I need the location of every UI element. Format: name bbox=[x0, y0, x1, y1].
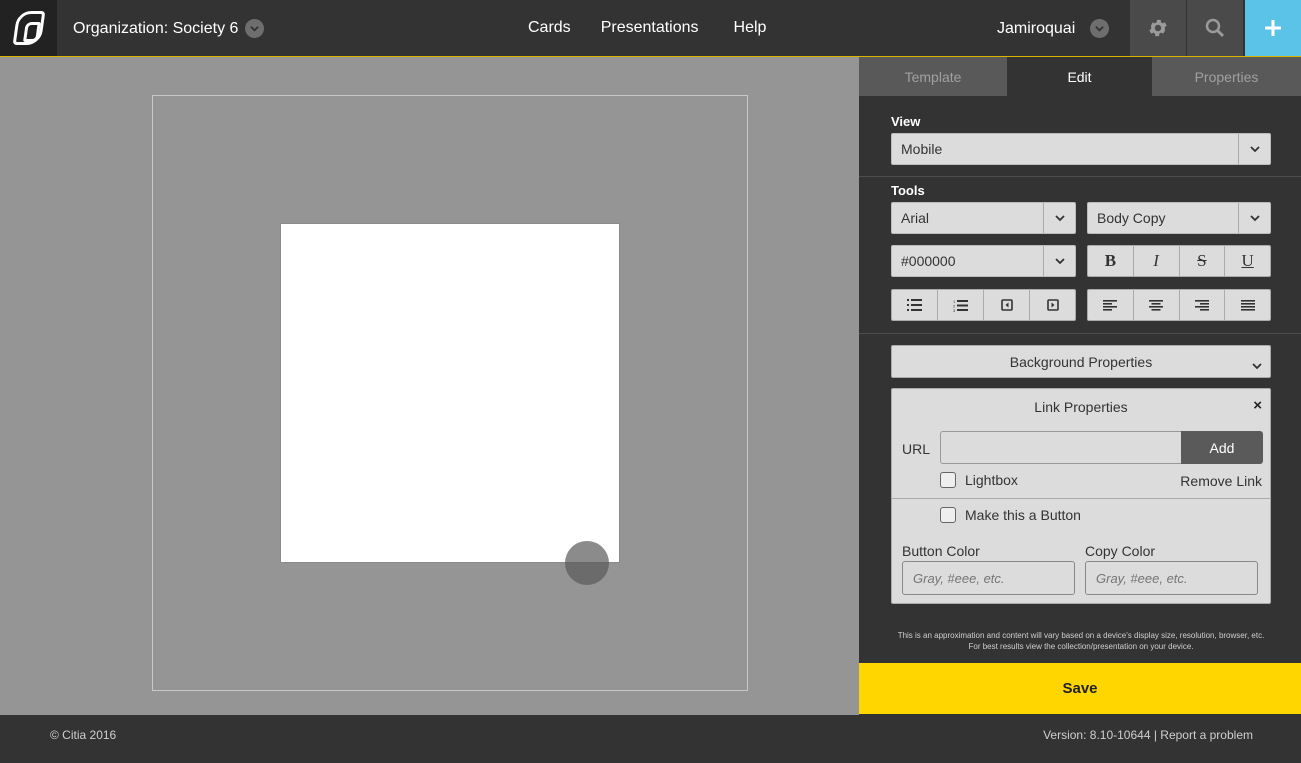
numbered-list-button[interactable]: 123 bbox=[937, 290, 983, 320]
align-right-button[interactable] bbox=[1178, 290, 1225, 320]
footer: © Citia 2016 Version: 8.10-10644 | Repor… bbox=[0, 715, 1301, 763]
divider bbox=[859, 333, 1301, 334]
top-bar: Organization: Society 6 Cards Presentati… bbox=[0, 0, 1301, 57]
copyright: © Citia 2016 bbox=[50, 728, 117, 742]
bullet-list-icon bbox=[907, 299, 922, 311]
organization-selector[interactable]: Organization: Society 6 bbox=[73, 19, 265, 38]
gear-icon bbox=[1149, 19, 1167, 37]
chevron-down-icon[interactable] bbox=[1090, 19, 1110, 38]
button-color-label: Button Color bbox=[902, 543, 980, 559]
svg-text:3: 3 bbox=[953, 308, 956, 312]
nav-help[interactable]: Help bbox=[734, 19, 767, 37]
view-value: Mobile bbox=[901, 141, 943, 157]
align-justify-icon bbox=[1240, 299, 1255, 311]
chevron-down-icon bbox=[1043, 246, 1075, 276]
citia-logo-icon[interactable] bbox=[0, 0, 57, 56]
align-center-icon bbox=[1149, 299, 1164, 311]
button-color-input[interactable] bbox=[902, 561, 1075, 595]
divider bbox=[892, 498, 1270, 499]
search-icon bbox=[1205, 18, 1225, 38]
main-nav: Cards Presentations Help bbox=[528, 19, 766, 37]
text-style-value: Body Copy bbox=[1097, 210, 1166, 226]
bullet-list-button[interactable] bbox=[892, 290, 937, 320]
add-link-button[interactable]: Add bbox=[1181, 431, 1263, 464]
align-right-icon bbox=[1194, 299, 1209, 311]
edit-panel: Template Edit Properties View Mobile Too… bbox=[859, 57, 1301, 715]
card-preview[interactable] bbox=[280, 223, 620, 563]
tab-properties[interactable]: Properties bbox=[1152, 57, 1301, 96]
chevron-down-icon bbox=[1252, 357, 1262, 373]
divider bbox=[859, 176, 1301, 177]
nav-presentations[interactable]: Presentations bbox=[601, 19, 699, 37]
align-center-button[interactable] bbox=[1132, 290, 1179, 320]
url-input[interactable] bbox=[940, 431, 1182, 464]
tools-label: Tools bbox=[891, 183, 925, 198]
chevron-down-icon bbox=[1043, 203, 1075, 233]
italic-button[interactable]: I bbox=[1132, 246, 1179, 276]
background-properties-label: Background Properties bbox=[1009, 353, 1153, 370]
outdent-button[interactable] bbox=[983, 290, 1029, 320]
add-button[interactable] bbox=[1245, 0, 1301, 56]
chevron-down-icon bbox=[1238, 203, 1270, 233]
plus-icon bbox=[1265, 20, 1281, 36]
align-justify-button[interactable] bbox=[1224, 290, 1270, 320]
remove-link-button[interactable]: Remove Link bbox=[1180, 473, 1262, 489]
editor-canvas bbox=[0, 57, 859, 715]
text-style-select[interactable]: Body Copy bbox=[1087, 202, 1271, 234]
background-properties-toggle[interactable]: Background Properties bbox=[891, 345, 1271, 378]
bold-button[interactable]: B bbox=[1088, 246, 1133, 276]
close-icon[interactable]: × bbox=[1253, 397, 1262, 414]
outdent-icon bbox=[1000, 299, 1013, 311]
text-color-value: #000000 bbox=[901, 253, 956, 269]
tab-edit[interactable]: Edit bbox=[1007, 57, 1152, 96]
format-buttons: B I S U bbox=[1087, 245, 1271, 277]
alignment-buttons bbox=[1087, 289, 1271, 321]
font-value: Arial bbox=[901, 210, 930, 226]
tab-template[interactable]: Template bbox=[859, 57, 1007, 96]
user-menu[interactable]: Jamiroquai bbox=[997, 19, 1110, 38]
make-button-checkbox[interactable] bbox=[940, 507, 956, 523]
font-select[interactable]: Arial bbox=[891, 202, 1076, 234]
align-left-icon bbox=[1103, 299, 1118, 311]
indent-icon bbox=[1046, 299, 1059, 311]
search-button[interactable] bbox=[1187, 0, 1243, 56]
copy-color-label: Copy Color bbox=[1085, 543, 1156, 559]
chevron-down-icon bbox=[1238, 134, 1270, 164]
panel-tabs: Template Edit Properties bbox=[859, 57, 1301, 96]
lightbox-label: Lightbox bbox=[965, 472, 1018, 488]
save-button[interactable]: Save bbox=[859, 663, 1301, 714]
lightbox-checkbox[interactable] bbox=[940, 472, 956, 488]
text-color-select[interactable]: #000000 bbox=[891, 245, 1076, 277]
settings-button[interactable] bbox=[1130, 0, 1186, 56]
make-button-label: Make this a Button bbox=[965, 507, 1081, 523]
user-name: Jamiroquai bbox=[997, 19, 1076, 37]
copy-color-input[interactable] bbox=[1085, 561, 1258, 595]
underline-button[interactable]: U bbox=[1224, 246, 1270, 276]
version-info[interactable]: Version: 8.10-10644 | Report a problem bbox=[1043, 728, 1253, 742]
list-buttons: 123 bbox=[891, 289, 1076, 321]
chevron-down-icon[interactable] bbox=[245, 19, 265, 38]
link-properties-title: Link Properties bbox=[1034, 399, 1128, 415]
url-label: URL bbox=[902, 441, 931, 457]
make-button-option[interactable]: Make this a Button bbox=[940, 507, 1081, 523]
strikethrough-button[interactable]: S bbox=[1178, 246, 1225, 276]
organization-label: Organization: Society 6 bbox=[73, 19, 239, 37]
preview-disclaimer: This is an approximation and content wil… bbox=[897, 631, 1265, 651]
numbered-list-icon: 123 bbox=[953, 299, 968, 312]
view-select[interactable]: Mobile bbox=[891, 133, 1271, 165]
nav-cards[interactable]: Cards bbox=[528, 19, 571, 37]
resize-handle[interactable] bbox=[565, 541, 609, 585]
view-label: View bbox=[891, 114, 921, 129]
lightbox-option[interactable]: Lightbox bbox=[940, 472, 1018, 488]
link-properties-panel: Link Properties × URL Add Lightbox Remov… bbox=[891, 388, 1271, 604]
indent-button[interactable] bbox=[1029, 290, 1075, 320]
align-left-button[interactable] bbox=[1088, 290, 1133, 320]
